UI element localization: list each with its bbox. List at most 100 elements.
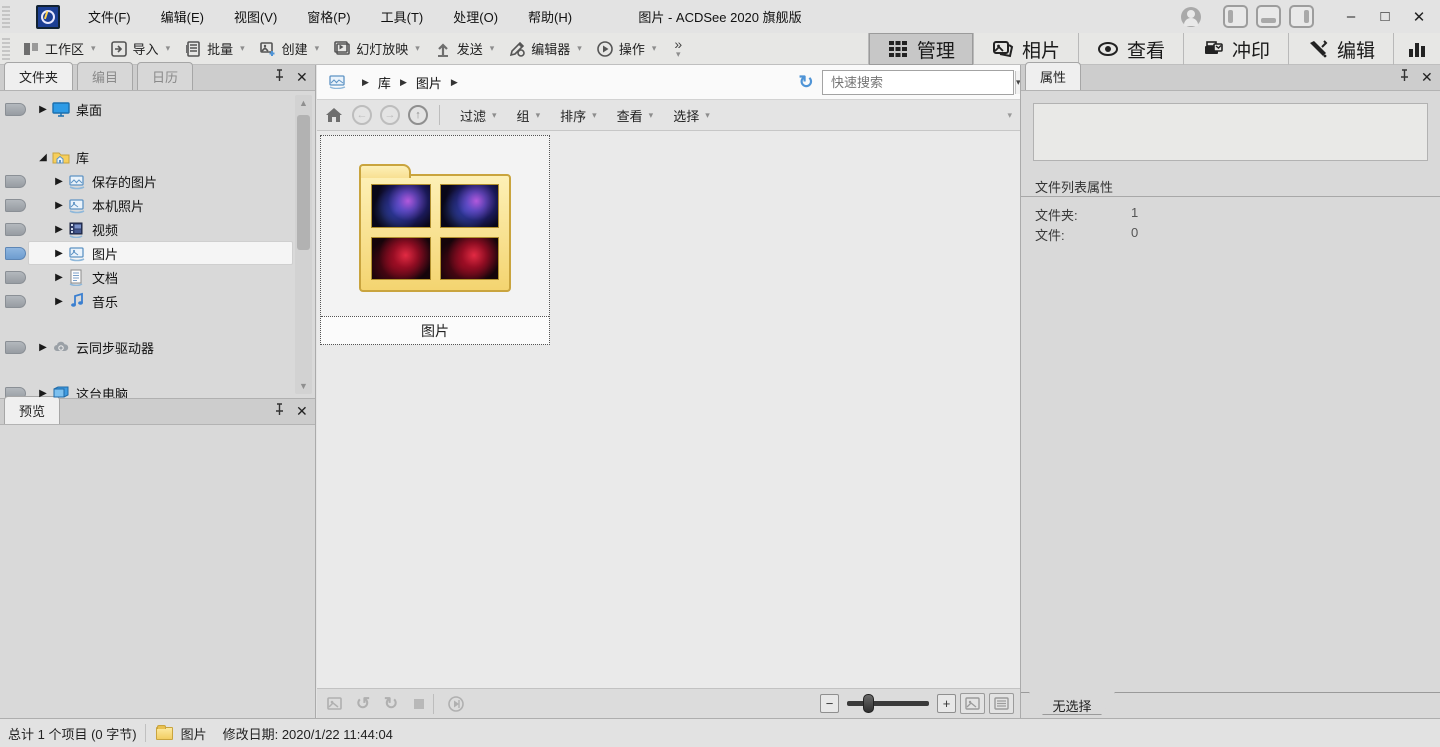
workspace-button[interactable]: 工作区 ▾	[14, 35, 102, 63]
tree-item-documents[interactable]: ▶ 文档	[0, 265, 315, 289]
slideshow-button[interactable]: 幻灯放映 ▾	[325, 35, 426, 63]
zoom-out-button[interactable]: −	[820, 694, 839, 713]
tree-item-videos[interactable]: ▶ 视频	[0, 217, 315, 241]
menu-view[interactable]: 视图(V)	[220, 1, 291, 32]
pin-icon[interactable]	[273, 69, 286, 85]
batch-button[interactable]: 批量 ▾	[176, 35, 251, 63]
tab-develop[interactable]: 冲印	[1183, 33, 1288, 65]
tab-preview[interactable]: 预览	[4, 396, 60, 424]
tab-dashboard[interactable]	[1393, 33, 1440, 65]
zoom-in-button[interactable]: +	[937, 694, 956, 713]
tree-item-local-photos[interactable]: ▶ 本机照片	[0, 193, 315, 217]
zoom-slider-thumb[interactable]	[863, 694, 874, 713]
details-view-button[interactable]	[989, 693, 1014, 714]
auto-advance-icon[interactable]	[446, 694, 466, 714]
menu-panes[interactable]: 窗格(P)	[293, 1, 364, 32]
toolbar-overflow-button[interactable]: » ▾	[668, 39, 688, 59]
tab-properties[interactable]: 属性	[1025, 62, 1081, 90]
tree-item-saved-pictures[interactable]: ▶ 保存的图片	[0, 169, 315, 193]
expander-icon[interactable]: ▶	[52, 224, 66, 235]
rotate-left-icon[interactable]: ↺	[353, 694, 373, 714]
tree-scrollbar[interactable]: ▲ ▼	[295, 95, 312, 394]
tree-item-libraries[interactable]: ◢ 库	[0, 145, 315, 169]
scroll-down-icon[interactable]: ▼	[295, 378, 312, 394]
layout-left-pane-button[interactable]	[1223, 5, 1248, 28]
tree-item-desktop[interactable]: ▶ 桌面	[0, 97, 315, 121]
forward-button[interactable]: →	[380, 105, 400, 125]
minimize-button[interactable]: –	[1336, 4, 1366, 30]
select-menu[interactable]: 选择▾	[663, 101, 720, 130]
crop-icon[interactable]	[409, 694, 429, 714]
tab-manage[interactable]: 管理	[868, 33, 973, 65]
sort-menu[interactable]: 排序▾	[550, 101, 607, 130]
menu-help[interactable]: 帮助(H)	[514, 1, 586, 32]
layout-right-pane-button[interactable]	[1289, 5, 1314, 28]
easy-select-badge[interactable]	[5, 295, 26, 308]
scroll-up-icon[interactable]: ▲	[295, 95, 312, 111]
easy-select-badge[interactable]	[5, 175, 26, 188]
tag-image-icon[interactable]	[325, 694, 345, 714]
tab-view[interactable]: 查看	[1078, 33, 1183, 65]
pin-icon[interactable]	[273, 403, 286, 419]
tree-item-pictures[interactable]: ▶ 图片	[0, 241, 315, 265]
tab-calendar[interactable]: 日历	[137, 62, 193, 90]
expander-icon[interactable]: ▶	[52, 296, 66, 307]
breadcrumb-chevron-icon[interactable]: ▶	[362, 77, 369, 88]
expander-icon[interactable]: ▶	[52, 248, 66, 259]
easy-select-badge[interactable]	[5, 271, 26, 284]
folder-tile-pictures[interactable]: 图片	[320, 135, 550, 345]
refresh-icon[interactable]: ↻	[796, 72, 816, 92]
expander-icon[interactable]: ▶	[36, 388, 50, 399]
pin-icon[interactable]	[1398, 69, 1411, 85]
maximize-button[interactable]: □	[1370, 4, 1400, 30]
breadcrumb-libraries[interactable]: 库	[376, 70, 393, 95]
up-button[interactable]: ↑	[408, 105, 428, 125]
expander-icon[interactable]: ▶	[52, 272, 66, 283]
expander-icon[interactable]: ▶	[52, 176, 66, 187]
quick-search-input[interactable]	[823, 75, 1015, 90]
actions-button[interactable]: 操作 ▾	[588, 35, 663, 63]
breadcrumb-chevron-icon[interactable]: ▶	[400, 77, 407, 88]
filter-menu[interactable]: 过滤▾	[450, 101, 507, 130]
tree-item-cloud-sync[interactable]: ▶ 云同步驱动器	[0, 335, 315, 359]
group-menu[interactable]: 组▾	[507, 101, 551, 130]
import-button[interactable]: 导入 ▾	[102, 35, 177, 63]
zoom-slider[interactable]	[847, 701, 929, 706]
easy-select-badge-active[interactable]	[5, 247, 26, 260]
menubar-grip[interactable]	[2, 6, 10, 28]
close-button[interactable]: ✕	[1404, 4, 1434, 30]
toolbar-grip[interactable]	[2, 38, 10, 60]
close-panel-icon[interactable]: ✕	[1421, 71, 1434, 84]
editors-button[interactable]: 编辑器 ▾	[500, 35, 588, 63]
close-panel-icon[interactable]: ✕	[296, 405, 309, 418]
device-icon[interactable]	[329, 75, 347, 89]
menu-edit[interactable]: 编辑(E)	[147, 1, 218, 32]
expander-icon[interactable]: ◢	[36, 152, 50, 163]
tab-folders[interactable]: 文件夹	[4, 62, 73, 90]
expander-icon[interactable]: ▶	[36, 342, 50, 353]
tree-item-this-pc[interactable]: ▶ 这台电脑	[0, 381, 315, 398]
view-menu[interactable]: 查看▾	[607, 101, 664, 130]
menu-file[interactable]: 文件(F)	[74, 1, 145, 32]
tab-no-selection[interactable]: 无选择	[1029, 692, 1115, 715]
tab-photos[interactable]: 相片	[973, 33, 1078, 65]
menu-tools[interactable]: 工具(T)	[367, 1, 438, 32]
create-button[interactable]: 创建 ▾	[251, 35, 326, 63]
breadcrumb-chevron-icon[interactable]: ▶	[451, 77, 458, 88]
app-logo-icon[interactable]	[36, 5, 60, 29]
expander-icon[interactable]: ▶	[52, 200, 66, 211]
tree-item-music[interactable]: ▶ 音乐	[0, 289, 315, 313]
home-button[interactable]	[323, 104, 345, 126]
easy-select-badge[interactable]	[5, 199, 26, 212]
breadcrumb-pictures[interactable]: 图片	[414, 70, 444, 95]
close-panel-icon[interactable]: ✕	[296, 71, 309, 84]
easy-select-badge[interactable]	[5, 103, 26, 116]
account-avatar-icon[interactable]	[1181, 7, 1201, 27]
easy-select-badge[interactable]	[5, 223, 26, 236]
expander-icon[interactable]: ▶	[36, 104, 50, 115]
menu-process[interactable]: 处理(O)	[439, 1, 512, 32]
scrollbar-thumb[interactable]	[297, 115, 310, 250]
toolbar-options-icon[interactable]: ▾	[1007, 110, 1012, 121]
tab-catalog[interactable]: 编目	[77, 62, 133, 90]
thumbnail-view-button[interactable]	[960, 693, 985, 714]
